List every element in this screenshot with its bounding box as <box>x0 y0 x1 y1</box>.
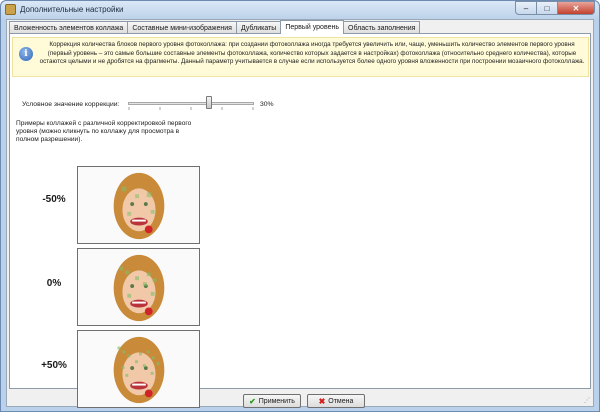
example-label-0: 0% <box>46 278 62 289</box>
correction-slider[interactable] <box>128 96 254 110</box>
minimize-button[interactable]: – <box>515 1 537 15</box>
collage-thumbnail <box>78 167 199 243</box>
correction-label: Условное значение коррекции: <box>22 101 120 108</box>
apply-button[interactable]: ✔ Применить <box>243 394 301 408</box>
window-controls: – □ ✕ <box>515 1 595 16</box>
cross-icon: ✖ <box>318 396 326 406</box>
cancel-button[interactable]: ✖ Отмена <box>307 394 365 408</box>
example-collage-minus-50[interactable] <box>77 166 200 244</box>
examples-title: Примеры коллажей с различной корректиров… <box>16 120 192 144</box>
info-icon: i <box>19 47 33 61</box>
close-button[interactable]: ✕ <box>557 1 595 15</box>
maximize-button[interactable]: □ <box>536 1 558 15</box>
example-label-plus-50: +50% <box>41 360 67 371</box>
correction-value: 30% <box>260 101 274 108</box>
title-bar[interactable]: Дополнительные настройки – □ ✕ <box>1 1 599 19</box>
collage-thumbnail <box>78 249 199 325</box>
app-icon <box>5 4 16 15</box>
info-banner: i Коррекция количества блоков первого ур… <box>12 37 589 77</box>
example-label-minus-50: -50% <box>42 194 66 205</box>
examples-panel: Примеры коллажей с различной корректиров… <box>14 118 202 408</box>
cancel-button-label: Отмена <box>328 397 354 405</box>
info-text: Коррекция количества блоков первого уров… <box>39 41 585 66</box>
tab-panel-first-level: i Коррекция количества блоков первого ур… <box>9 33 591 408</box>
slider-thumb[interactable] <box>206 96 212 109</box>
resize-grip-icon[interactable]: ⋰ <box>584 397 592 405</box>
tab-strip: Вложенность элементов коллажа Составные … <box>9 20 421 34</box>
apply-button-label: Применить <box>258 397 295 405</box>
tab-first-level[interactable]: Первый уровень <box>280 20 344 34</box>
checkmark-icon: ✔ <box>249 396 256 406</box>
dialog-window: Дополнительные настройки – □ ✕ Вложеннос… <box>0 0 600 412</box>
dialog-buttons: ✔ Применить ✖ Отмена <box>7 394 595 408</box>
dialog-client-area: Вложенность элементов коллажа Составные … <box>6 19 595 408</box>
slider-ticks <box>128 107 254 110</box>
example-collage-0[interactable] <box>77 248 200 326</box>
window-title: Дополнительные настройки <box>20 5 124 14</box>
slider-track <box>128 102 254 105</box>
